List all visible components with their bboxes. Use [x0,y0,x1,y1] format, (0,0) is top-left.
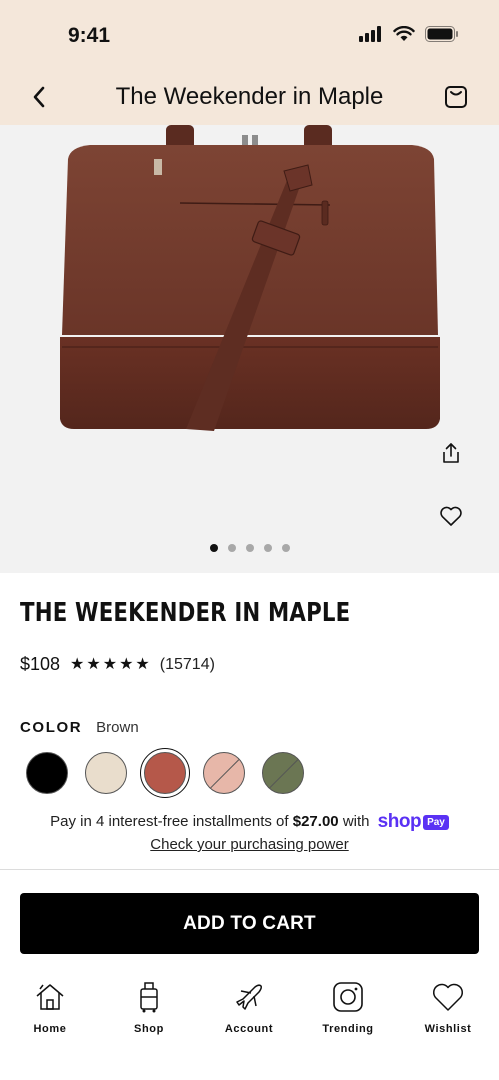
product-name: THE WEEKENDER IN MAPLE [20,598,351,628]
shop-logo-word: shop [377,811,422,832]
status-time: 9:41 [68,24,111,47]
product-price: $108 [20,654,61,674]
tab-trending-label: Trending [322,1023,374,1035]
luggage-icon [140,982,158,1013]
shop-pay-logo: shop Pay [378,811,449,833]
carousel-dot[interactable] [263,544,272,552]
star-icon: ★ [119,655,134,673]
tab-shop[interactable]: Shop [109,980,189,1035]
installments-prefix: Pay in 4 interest-free installments of [50,812,289,830]
swatch-color [85,752,127,794]
status-icons [359,26,459,42]
color-swatches [24,748,306,798]
back-button[interactable] [24,82,54,112]
color-label: COLOR [20,719,83,736]
cart-button[interactable] [441,82,471,112]
page-title: The Weekender in Maple [115,83,384,110]
tab-account-label: Account [224,1023,274,1035]
tab-home[interactable]: Home [10,980,90,1035]
color-swatch-4[interactable] [260,750,306,796]
wishlist-button[interactable] [427,492,475,540]
home-icon [36,984,64,1010]
rating-stars[interactable]: ★ ★ ★ ★ ★ [70,655,150,673]
status-bar: 9:41 [0,0,499,70]
carousel-dot[interactable] [281,544,290,552]
share-button[interactable] [427,429,475,477]
swatch-color [203,752,245,794]
color-swatch-2[interactable] [140,748,190,798]
swatch-color [26,752,68,794]
carousel-dot[interactable] [209,544,218,552]
tab-shop-label: Shop [134,1023,164,1035]
airplane-icon [236,984,262,1010]
heart-icon [433,983,463,1011]
carousel-dot[interactable] [227,544,236,552]
check-purchasing-power-link[interactable]: Check your purchasing power [0,836,499,853]
swatch-color [262,752,304,794]
star-icon: ★ [86,655,101,673]
color-swatch-0[interactable] [24,750,70,796]
star-icon: ★ [102,655,118,673]
signal-icon [359,26,381,42]
color-swatch-3[interactable] [201,750,247,796]
divider [0,869,499,870]
review-count[interactable]: (15714) [160,656,215,674]
tab-wishlist-label: Wishlist [424,1023,472,1035]
shop-pay-installments: Pay in 4 interest-free installments of $… [0,811,499,833]
pay-badge: Pay [423,814,449,830]
chevron-left-icon [33,86,45,108]
tab-trending[interactable]: Trending [308,980,388,1035]
share-icon [443,443,459,463]
star-icon: ★ [70,655,85,673]
tab-wishlist[interactable]: Wishlist [408,980,488,1035]
selected-color-name: Brown [96,719,139,736]
add-to-cart-button[interactable]: ADD TO CART [20,893,479,954]
tab-home-label: Home [33,1023,67,1035]
star-icon: ★ [135,655,150,673]
installment-amount: $27.00 [292,812,339,830]
color-selector-label: COLOR Brown [20,719,139,736]
wifi-icon [393,26,415,41]
color-swatch-1[interactable] [83,750,129,796]
carousel-dots [0,544,499,552]
carousel-dot[interactable] [245,544,254,552]
instagram-icon [333,982,363,1012]
swatch-color [144,752,186,794]
top-nav-bar: The Weekender in Maple [0,70,499,125]
price-rating-row: $108 ★ ★ ★ ★ ★ (15714) [20,654,215,675]
product-image [60,125,440,431]
installments-suffix: with [342,812,370,830]
product-gallery[interactable] [0,125,499,573]
bag-icon [445,86,467,108]
tab-account[interactable]: Account [209,980,289,1035]
heart-icon [440,506,462,526]
bottom-tab-bar: Home Shop Account Trending Wishlist [0,968,499,1080]
battery-icon [425,26,458,42]
